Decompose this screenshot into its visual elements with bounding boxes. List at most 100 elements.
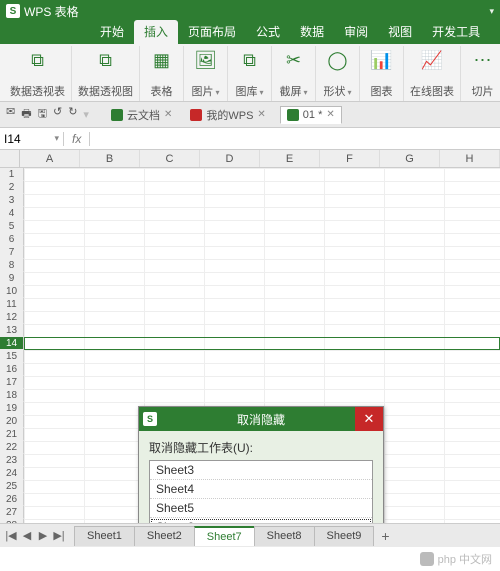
doc-tab-label: 01 * [303, 109, 323, 121]
doc-icon [111, 109, 123, 121]
在线图表-icon: 📈 [420, 48, 444, 72]
row-header-22[interactable]: 22 [0, 441, 24, 454]
sheet-tab-Sheet1[interactable]: Sheet1 [74, 526, 135, 546]
row-header-16[interactable]: 16 [0, 363, 24, 376]
menu-tab-数据[interactable]: 数据 [290, 20, 334, 44]
qa-icon[interactable]: ↺ [53, 105, 62, 124]
ribbon-在线图表[interactable]: 📈在线图表 [404, 46, 461, 101]
menu-tab-视图[interactable]: 视图 [378, 20, 422, 44]
row-header-27[interactable]: 27 [0, 506, 24, 519]
qa-icon[interactable]: ✉ [6, 105, 15, 124]
menu-tab-公式[interactable]: 公式 [246, 20, 290, 44]
sheet-tab-Sheet8[interactable]: Sheet8 [254, 526, 315, 546]
list-item[interactable]: Sheet4 [150, 480, 372, 499]
数据透视表-icon: ⧉ [26, 48, 50, 72]
select-all-corner[interactable] [0, 150, 20, 167]
sheet-nav-button[interactable]: ▶| [52, 529, 66, 542]
row-header-9[interactable]: 9 [0, 272, 24, 285]
sheet-tab-Sheet7[interactable]: Sheet7 [194, 526, 255, 546]
doc-tab-01 *[interactable]: 01 *✕ [280, 106, 342, 124]
row-header-23[interactable]: 23 [0, 454, 24, 467]
close-icon[interactable]: ✕ [257, 109, 265, 120]
quick-access: ✉ 🖶 🖫 ↺ ↻ [6, 105, 77, 124]
menu-tab-页面布局[interactable]: 页面布局 [178, 20, 246, 44]
doc-icon [287, 109, 299, 121]
watermark-icon [420, 552, 434, 566]
list-item[interactable]: Sheet3 [150, 461, 372, 480]
title-bar: S WPS 表格 ▾ [0, 0, 500, 22]
qa-icon[interactable]: 🖫 [38, 105, 47, 124]
ribbon-形状[interactable]: ◯形状▾ [316, 46, 360, 101]
row-header-8[interactable]: 8 [0, 259, 24, 272]
row-header-11[interactable]: 11 [0, 298, 24, 311]
row-header-6[interactable]: 6 [0, 233, 24, 246]
ribbon-表格[interactable]: ▦表格 [140, 46, 184, 101]
ribbon-图库[interactable]: ⧉图库▾ [228, 46, 272, 101]
ribbon-label: 图库▾ [235, 83, 263, 99]
name-box-dropdown-icon[interactable]: ▾ [54, 133, 59, 144]
ribbon-label: 形状▾ [323, 83, 351, 99]
doc-tab-云文档[interactable]: 云文档✕ [107, 107, 176, 123]
col-header-F[interactable]: F [320, 150, 380, 167]
ribbon-数据透视表[interactable]: ⧉数据透视表 [4, 46, 72, 101]
row-header-7[interactable]: 7 [0, 246, 24, 259]
row-header-17[interactable]: 17 [0, 376, 24, 389]
图片-icon: 🖼 [194, 48, 218, 72]
row-header-25[interactable]: 25 [0, 480, 24, 493]
sheet-nav-button[interactable]: |◀ [4, 529, 18, 542]
row-header-24[interactable]: 24 [0, 467, 24, 480]
row-header-2[interactable]: 2 [0, 181, 24, 194]
qa-icon[interactable]: ↻ [68, 105, 77, 124]
close-icon[interactable]: ✕ [326, 109, 334, 120]
row-header-21[interactable]: 21 [0, 428, 24, 441]
dialog-titlebar[interactable]: S 取消隐藏 ✕ [139, 407, 383, 431]
row-header-3[interactable]: 3 [0, 194, 24, 207]
row-header-4[interactable]: 4 [0, 207, 24, 220]
col-header-B[interactable]: B [80, 150, 140, 167]
list-item[interactable]: Sheet5 [150, 499, 372, 518]
col-header-C[interactable]: C [140, 150, 200, 167]
ribbon-图表[interactable]: 📊图表 [360, 46, 404, 101]
menu-tab-插入[interactable]: 插入 [134, 20, 178, 44]
row-header-19[interactable]: 19 [0, 402, 24, 415]
add-sheet-button[interactable]: + [373, 525, 397, 547]
col-header-D[interactable]: D [200, 150, 260, 167]
row-header-14[interactable]: 14 [0, 337, 24, 350]
menu-tab-审阅[interactable]: 审阅 [334, 20, 378, 44]
ribbon: ⧉数据透视表⧉数据透视图▦表格🖼图片▾⧉图库▾✂截屏▾◯形状▾📊图表📈在线图表⋯… [0, 44, 500, 102]
title-dropdown-icon[interactable]: ▾ [489, 6, 494, 17]
row-header-15[interactable]: 15 [0, 350, 24, 363]
row-header-12[interactable]: 12 [0, 311, 24, 324]
dialog-label: 取消隐藏工作表(U): [149, 439, 373, 456]
doc-tab-我的WPS[interactable]: 我的WPS✕ [186, 107, 269, 123]
col-header-A[interactable]: A [20, 150, 80, 167]
qa-icon[interactable]: 🖶 [21, 105, 31, 124]
row-header-18[interactable]: 18 [0, 389, 24, 402]
dialog-close-button[interactable]: ✕ [355, 407, 383, 431]
name-box[interactable]: I14 ▾ [0, 132, 64, 146]
fx-icon[interactable]: fx [64, 132, 90, 146]
ribbon-数据透视图[interactable]: ⧉数据透视图 [72, 46, 140, 101]
col-header-G[interactable]: G [380, 150, 440, 167]
row-header-13[interactable]: 13 [0, 324, 24, 337]
sheet-tab-Sheet9[interactable]: Sheet9 [314, 526, 375, 546]
spreadsheet-grid[interactable]: ABCDEFGH 1234567891011121314151617181920… [0, 150, 500, 544]
col-header-E[interactable]: E [260, 150, 320, 167]
sheet-nav-button[interactable]: ▶ [36, 529, 50, 542]
ribbon-label: 表格 [151, 83, 173, 99]
close-icon[interactable]: ✕ [164, 109, 172, 120]
row-header-26[interactable]: 26 [0, 493, 24, 506]
row-header-10[interactable]: 10 [0, 285, 24, 298]
menu-tab-开发工具[interactable]: 开发工具 [422, 20, 490, 44]
sheet-tab-Sheet2[interactable]: Sheet2 [134, 526, 195, 546]
row-header-20[interactable]: 20 [0, 415, 24, 428]
ribbon-切片[interactable]: ⋯切片 [461, 46, 500, 101]
ribbon-图片[interactable]: 🖼图片▾ [184, 46, 228, 101]
row-header-5[interactable]: 5 [0, 220, 24, 233]
ribbon-截屏[interactable]: ✂截屏▾ [272, 46, 316, 101]
col-header-H[interactable]: H [440, 150, 500, 167]
menu-tab-开始[interactable]: 开始 [90, 20, 134, 44]
row-header-1[interactable]: 1 [0, 168, 24, 181]
ribbon-label: 数据透视图 [78, 83, 133, 99]
sheet-nav-button[interactable]: ◀ [20, 529, 34, 542]
